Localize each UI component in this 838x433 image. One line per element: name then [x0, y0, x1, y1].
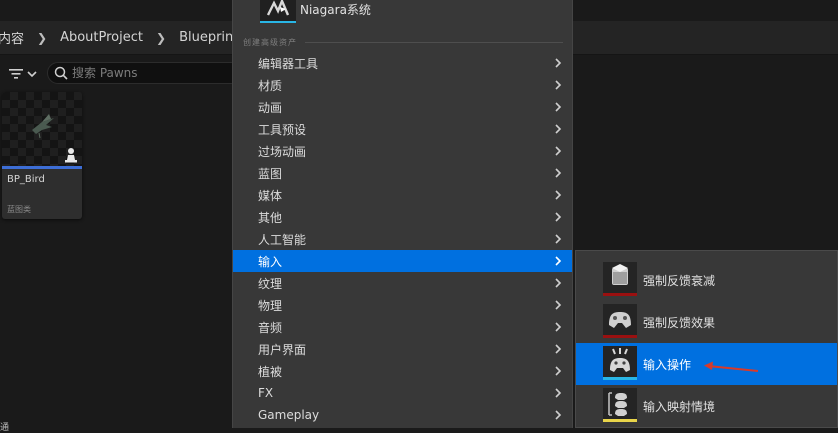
niagara-system-icon — [260, 0, 296, 23]
menu-item-label: 材质 — [258, 78, 283, 93]
menu-item-label: Niagara系统 — [300, 3, 371, 17]
submenu-item-input-mapping-context[interactable]: 输入映射情境 — [576, 385, 837, 427]
menu-item-niagara-system[interactable]: Niagara系统 — [233, 0, 572, 28]
asset-type-colorbar — [603, 293, 637, 296]
asset-thumbnail — [2, 92, 82, 166]
menu-item[interactable]: 用户界面 — [233, 338, 572, 360]
menu-item[interactable]: 编辑器工具 — [233, 52, 572, 74]
chevron-right-icon — [555, 58, 562, 68]
menu-item-label: 植被 — [258, 364, 283, 379]
filter-bar — [0, 60, 242, 88]
submenu-item-label: 输入映射情境 — [643, 400, 716, 414]
asset-type-colorbar — [603, 377, 637, 380]
menu-list: 编辑器工具材质动画工具预设过场动画蓝图媒体其他人工智能输入纹理物理音频用户界面植… — [233, 52, 572, 426]
chevron-right-icon — [555, 80, 562, 90]
menu-item[interactable]: FX — [233, 382, 572, 404]
menu-item-label: 蓝图 — [258, 166, 283, 181]
asset-type-colorbar — [2, 166, 82, 169]
menu-item-label: 过场动画 — [258, 144, 307, 159]
filter-button[interactable] — [3, 64, 41, 84]
chevron-right-icon — [555, 102, 562, 112]
section-header-advanced-assets: 创建高级资产 — [243, 35, 563, 49]
force-feedback-attenuation-icon — [603, 262, 637, 296]
menu-item-label: 动画 — [258, 100, 283, 115]
asset-type: 蓝图类 — [7, 205, 31, 214]
menu-item[interactable]: 材质 — [233, 74, 572, 96]
search-icon — [54, 66, 68, 80]
menu-item[interactable]: 输入 — [233, 250, 572, 272]
menu-item-label: 编辑器工具 — [258, 56, 319, 71]
annotation-arrow-icon — [704, 361, 759, 372]
menu-item[interactable]: 物理 — [233, 294, 572, 316]
chevron-right-icon — [555, 168, 562, 178]
submenu-item-label: 输入操作 — [643, 358, 692, 372]
menu-item[interactable]: 纹理 — [233, 272, 572, 294]
chevron-right-icon — [555, 190, 562, 200]
menu-item[interactable]: 过场动画 — [233, 140, 572, 162]
menu-item-label: 其他 — [258, 210, 283, 225]
menu-item-label: 物理 — [258, 298, 283, 313]
section-divider — [305, 41, 563, 43]
bottom-label: 通 — [0, 423, 10, 433]
chevron-down-icon — [26, 71, 37, 78]
menu-item-label: 工具预设 — [258, 122, 307, 137]
search-box — [47, 62, 242, 84]
input-mapping-context-icon — [603, 388, 637, 422]
asset-name: BP_Bird — [7, 174, 45, 185]
menu-item-label: 人工智能 — [258, 232, 307, 247]
chevron-right-icon — [555, 300, 562, 310]
chevron-right-icon — [555, 322, 562, 332]
menu-item-label: FX — [258, 386, 274, 400]
section-header-label: 创建高级资产 — [243, 37, 297, 47]
menu-item[interactable]: 其他 — [233, 206, 572, 228]
submenu-item-force-feedback-attenuation[interactable]: 强制反馈衰减 — [576, 259, 837, 301]
chevron-right-icon — [555, 146, 562, 156]
menu-item[interactable]: 人工智能 — [233, 228, 572, 250]
menu-item-label: 用户界面 — [258, 342, 307, 357]
chevron-right-icon — [555, 344, 562, 354]
menu-item-label: Gameplay — [258, 408, 320, 422]
chevron-right-icon — [555, 212, 562, 222]
asset-type-colorbar — [603, 419, 637, 422]
chevron-right-icon — [555, 388, 562, 398]
menu-item-label: 音频 — [258, 320, 283, 335]
menu-item[interactable]: 植被 — [233, 360, 572, 382]
menu-item[interactable]: 工具预设 — [233, 118, 572, 140]
force-feedback-effect-icon — [603, 304, 637, 338]
menu-item-label: 媒体 — [258, 188, 283, 203]
menu-item[interactable]: Gameplay — [233, 404, 572, 426]
chevron-right-icon — [555, 234, 562, 244]
menu-item-label: 输入 — [258, 254, 283, 269]
chevron-right-icon — [555, 366, 562, 376]
input-submenu: 强制反馈衰减 强制反馈效果 输入操作 输入映射情境 — [575, 250, 838, 428]
menu-item[interactable]: 媒体 — [233, 184, 572, 206]
asset-type-colorbar — [603, 335, 637, 338]
chevron-right-icon: ❯ — [37, 30, 48, 45]
menu-item[interactable]: 蓝图 — [233, 162, 572, 184]
breadcrumb-item-content[interactable]: 内容 — [0, 28, 24, 47]
chevron-right-icon — [555, 278, 562, 288]
menu-item[interactable]: 动画 — [233, 96, 572, 118]
menu-item[interactable]: 音频 — [233, 316, 572, 338]
breadcrumb-item-aboutproject[interactable]: AboutProject — [60, 30, 143, 45]
filter-icon — [8, 69, 23, 79]
create-asset-menu: Niagara系统 创建高级资产 编辑器工具材质动画工具预设过场动画蓝图媒体其他… — [232, 0, 573, 428]
chevron-right-icon — [555, 124, 562, 134]
submenu-item-force-feedback-effect[interactable]: 强制反馈效果 — [576, 301, 837, 343]
submenu-item-label: 强制反馈效果 — [643, 316, 716, 330]
submenu-item-label: 强制反馈衰减 — [643, 274, 716, 288]
chevron-right-icon — [555, 410, 562, 420]
search-input[interactable] — [72, 66, 222, 80]
chevron-right-icon: ❯ — [156, 30, 167, 45]
input-action-icon — [603, 346, 637, 380]
asset-tile-bp-bird[interactable]: BP_Bird 蓝图类 — [2, 92, 82, 219]
menu-item-label: 纹理 — [258, 276, 283, 291]
pawn-icon — [65, 148, 77, 163]
chevron-right-icon — [555, 256, 562, 266]
